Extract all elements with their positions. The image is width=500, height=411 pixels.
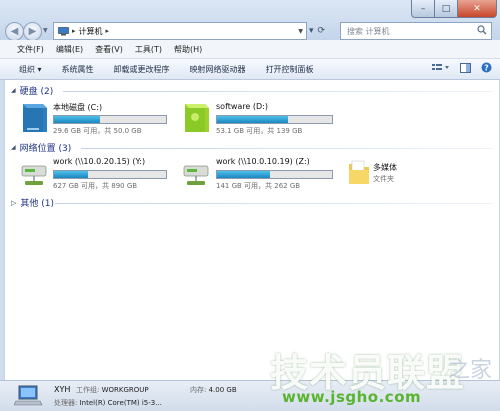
address-history-icon[interactable]: ▾ [309, 26, 314, 36]
menu-tools[interactable]: 工具(T) [129, 44, 168, 55]
open-control-panel-button[interactable]: 打开控制面板 [256, 64, 324, 75]
drive-usage-bar [216, 170, 333, 179]
help-icon[interactable]: ? [481, 62, 492, 73]
folder-type: 文件夹 [373, 175, 394, 183]
network-folder-item[interactable]: 多媒体 文件夹 [347, 156, 467, 190]
drive-free-space: 627 GB 可用，共 890 GB [53, 182, 138, 190]
drive-name: software (D:) [216, 102, 268, 111]
menu-file[interactable]: 文件(F) [0, 44, 50, 55]
organize-button[interactable]: 组织 ▾ [0, 64, 52, 75]
watermark-faint-text: 之家 [448, 358, 493, 383]
collapse-icon: ◢ [11, 87, 16, 94]
drive-item-c[interactable]: 本地磁盘 (C:) 29.6 GB 可用，共 50.0 GB [19, 102, 169, 136]
close-button[interactable]: ✕ [457, 0, 497, 18]
drive-name: work (\\10.0.20.15) (Y:) [53, 157, 146, 166]
change-view-icon[interactable] [432, 63, 450, 73]
arrow-right-icon: ▶ [28, 26, 37, 37]
network-drive-icon [183, 165, 209, 185]
arrow-left-icon: ◀ [10, 26, 19, 37]
drive-usage-bar [216, 115, 333, 124]
drive-name: 本地磁盘 (C:) [53, 103, 103, 112]
menu-help[interactable]: 帮助(H) [168, 44, 208, 55]
breadcrumb-separator-icon: ▸ [105, 27, 110, 35]
address-actions: ▾ ⟳ [309, 22, 325, 40]
command-bar: 组织 ▾ 系统属性 卸载或更改程序 映射网络驱动器 打开控制面板 ? [0, 59, 500, 80]
group-label: 硬盘 (2) [19, 87, 54, 97]
drive-name: work (\\10.0.10.19) (Z:) [216, 157, 310, 166]
collapse-icon: ◢ [11, 144, 16, 151]
drive-usage-bar [53, 115, 167, 124]
hard-drive-icon [23, 104, 47, 132]
drive-free-space: 53.1 GB 可用，共 139 GB [216, 127, 303, 135]
address-dropdown-icon[interactable]: ▼ [298, 28, 303, 35]
search-icon[interactable] [477, 25, 487, 35]
explorer-window: – □ ✕ ◀ ▶ ▼ ▸ 计算机 ▸ ▼ ▾ ⟳ 搜索 计算机 文件(F) 编… [0, 0, 500, 411]
site-watermark: 技术员联盟 之家 www.jsgho.com [270, 342, 500, 410]
group-label: 其他 (1) [20, 199, 55, 209]
file-list: ◢ 硬盘 (2) 本地磁盘 (C:) 29.6 GB 可用，共 50.0 GB [4, 80, 500, 380]
forward-button[interactable]: ▶ [23, 22, 42, 41]
hard-drive-icon [185, 104, 209, 132]
title-bar: – □ ✕ ◀ ▶ ▼ ▸ 计算机 ▸ ▼ ▾ ⟳ 搜索 计算机 [0, 0, 500, 41]
laptop-icon [14, 385, 43, 406]
window-controls: – □ ✕ [411, 0, 497, 18]
minimize-button[interactable]: – [411, 0, 434, 18]
folder-name: 多媒体 [373, 163, 397, 172]
menu-view[interactable]: 查看(V) [89, 44, 129, 55]
network-drive-item-z[interactable]: work (\\10.0.10.19) (Z:) 141 GB 可用，共 262… [181, 157, 341, 191]
group-divider [63, 91, 493, 92]
preview-pane-icon[interactable] [460, 62, 471, 73]
watermark-url: www.jsgho.com [282, 388, 422, 406]
menu-bar: 文件(F) 编辑(E) 查看(V) 工具(T) 帮助(H) [0, 40, 500, 59]
map-network-drive-button[interactable]: 映射网络驱动器 [180, 64, 256, 75]
drive-item-d[interactable]: software (D:) 53.1 GB 可用，共 139 GB [181, 102, 341, 136]
folder-icon [349, 160, 369, 184]
search-box[interactable]: 搜索 计算机 [340, 22, 492, 40]
drive-usage-bar [53, 170, 167, 179]
uninstall-program-button[interactable]: 卸载或更改程序 [104, 64, 180, 75]
network-drive-icon [21, 165, 47, 185]
workgroup-info: 工作组: WORKGROUP [76, 386, 149, 394]
refresh-icon[interactable]: ⟳ [318, 26, 326, 36]
group-label: 网络位置 (3) [19, 144, 72, 154]
system-properties-button[interactable]: 系统属性 [52, 64, 104, 75]
group-header-other[interactable]: ▷ 其他 (1) [11, 196, 55, 210]
drive-free-space: 141 GB 可用，共 262 GB [216, 182, 301, 190]
expand-icon: ▷ [11, 198, 17, 207]
svg-text:?: ? [484, 63, 489, 72]
computer-name: XYH [54, 385, 71, 394]
drive-free-space: 29.6 GB 可用，共 50.0 GB [53, 127, 142, 135]
network-drive-item-y[interactable]: work (\\10.0.20.15) (Y:) 627 GB 可用，共 890… [19, 157, 169, 191]
recent-pages-dropdown[interactable]: ▼ [43, 27, 48, 34]
memory-info: 内存: 4.00 GB [190, 386, 237, 394]
search-input[interactable]: 搜索 计算机 [347, 26, 390, 37]
group-header-network[interactable]: ◢ 网络位置 (3) [11, 141, 71, 154]
group-divider [55, 203, 493, 204]
maximize-button[interactable]: □ [434, 0, 457, 18]
back-button[interactable]: ◀ [5, 22, 24, 41]
group-divider [81, 148, 493, 149]
breadcrumb-computer[interactable]: 计算机 [79, 26, 103, 37]
menu-edit[interactable]: 编辑(E) [50, 44, 89, 55]
processor-info: 处理器: Intel(R) Core(TM) i5-3... [54, 399, 162, 407]
group-header-hard-drives[interactable]: ◢ 硬盘 (2) [11, 84, 53, 97]
breadcrumb-separator-icon: ▸ [72, 27, 76, 35]
view-controls: ? [432, 62, 492, 73]
address-bar[interactable]: ▸ 计算机 ▸ ▼ [53, 22, 307, 40]
computer-icon [58, 26, 69, 35]
